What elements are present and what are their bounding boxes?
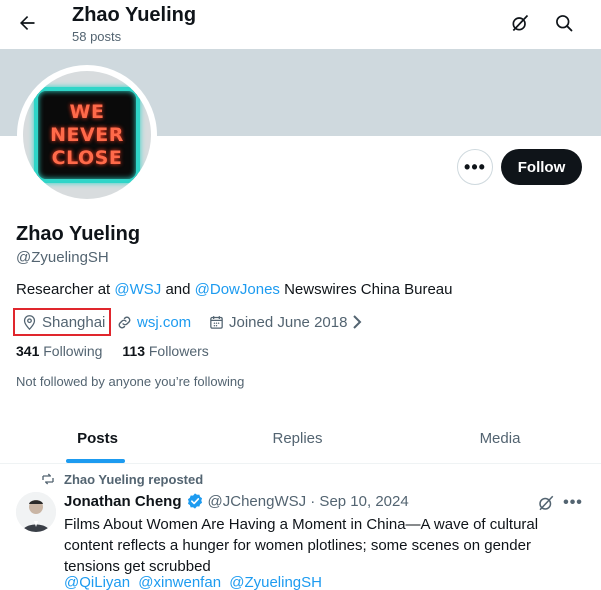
mention-link[interactable]: @QiLiyan: [64, 574, 130, 590]
more-options-button[interactable]: •••: [457, 149, 493, 185]
post-author-avatar[interactable]: [16, 492, 56, 532]
tab-replies[interactable]: Replies: [200, 412, 395, 464]
search-icon: [556, 15, 573, 32]
repost-context: Zhao Yueling reposted: [40, 471, 203, 487]
post-header: Jonathan Cheng @JChengWSJ · Sep 10, 2024: [64, 492, 409, 510]
verified-badge-icon: [187, 493, 202, 509]
location-item: Shanghai: [13, 308, 111, 336]
tab-posts[interactable]: Posts: [0, 412, 195, 464]
grok-icon: [539, 495, 554, 511]
following-link[interactable]: 341 Following: [16, 343, 102, 359]
back-arrow-icon: [20, 16, 35, 30]
profile-bio: Researcher at @WSJ and @DowJones Newswir…: [16, 281, 453, 298]
neon-sign: WE NEVER CLOSE: [34, 87, 140, 183]
post-author-name[interactable]: Jonathan Cheng: [64, 493, 182, 510]
neon-word-2: NEVER: [50, 123, 124, 146]
active-tab-indicator: [66, 459, 125, 463]
location-pin-icon: [23, 314, 36, 330]
profile-stats: 341 Following 113 Followers: [16, 343, 209, 359]
search-button[interactable]: [550, 9, 578, 37]
top-bar: Zhao Yueling 58 posts: [0, 0, 601, 49]
profile-name: Zhao Yueling: [16, 223, 141, 245]
profile-handle: @ZyuelingSH: [16, 249, 109, 266]
location-text: Shanghai: [42, 313, 106, 331]
bio-prefix: Researcher at: [16, 281, 115, 298]
post-text[interactable]: Films About Women Are Having a Moment in…: [64, 514, 564, 577]
followers-label: Followers: [148, 343, 209, 359]
post-text-line: content reflects a hunger for women plot…: [64, 537, 531, 554]
mention-link[interactable]: @xinwenfan: [138, 574, 221, 590]
not-followed-note: Not followed by anyone you’re following: [16, 374, 245, 389]
repost-text[interactable]: Zhao Yueling reposted: [64, 472, 203, 487]
following-label: Following: [43, 343, 103, 359]
header-post-count: 58 posts: [72, 29, 122, 44]
website-link[interactable]: wsj.com: [137, 314, 191, 331]
post-more-button[interactable]: •••: [562, 492, 584, 514]
person-photo-icon: [16, 492, 56, 532]
neon-word-3: CLOSE: [51, 146, 123, 169]
calendar-icon: [210, 315, 223, 329]
follow-button[interactable]: Follow: [501, 149, 582, 185]
grok-icon: [512, 14, 529, 32]
tab-media[interactable]: Media: [400, 412, 600, 464]
header-title: Zhao Yueling: [72, 4, 197, 26]
post-mentions: @QiLiyan @xinwenfan @ZyuelingSH: [64, 574, 326, 590]
back-button[interactable]: [12, 8, 42, 38]
website-item: wsj.com: [116, 310, 191, 334]
bio-middle: and: [161, 281, 195, 298]
followers-count: 113: [122, 343, 145, 359]
profile-avatar[interactable]: WE NEVER CLOSE: [17, 65, 157, 205]
post-grok-button[interactable]: [535, 492, 557, 514]
joined-item[interactable]: Joined June 2018: [208, 310, 367, 334]
post-author-handle-date[interactable]: @JChengWSJ · Sep 10, 2024: [208, 493, 409, 510]
bio-mention-wsj[interactable]: @WSJ: [114, 281, 161, 298]
profile-tabs: Posts Replies Media: [0, 412, 601, 464]
joined-text: Joined June 2018: [229, 313, 348, 331]
chevron-right-icon: [353, 315, 362, 329]
bio-suffix: Newswires China Bureau: [279, 281, 453, 298]
grok-button[interactable]: [506, 9, 534, 37]
mention-link[interactable]: @ZyuelingSH: [229, 574, 322, 590]
bio-mention-dowjones[interactable]: @DowJones: [195, 281, 280, 298]
avatar-image: WE NEVER CLOSE: [23, 71, 151, 199]
link-icon: [118, 316, 131, 328]
post-text-line: Films About Women Are Having a Moment in…: [64, 516, 539, 533]
repost-icon: [42, 473, 54, 485]
followers-link[interactable]: 113 Followers: [122, 343, 208, 359]
following-count: 341: [16, 343, 40, 359]
neon-word-1: WE: [69, 100, 105, 123]
